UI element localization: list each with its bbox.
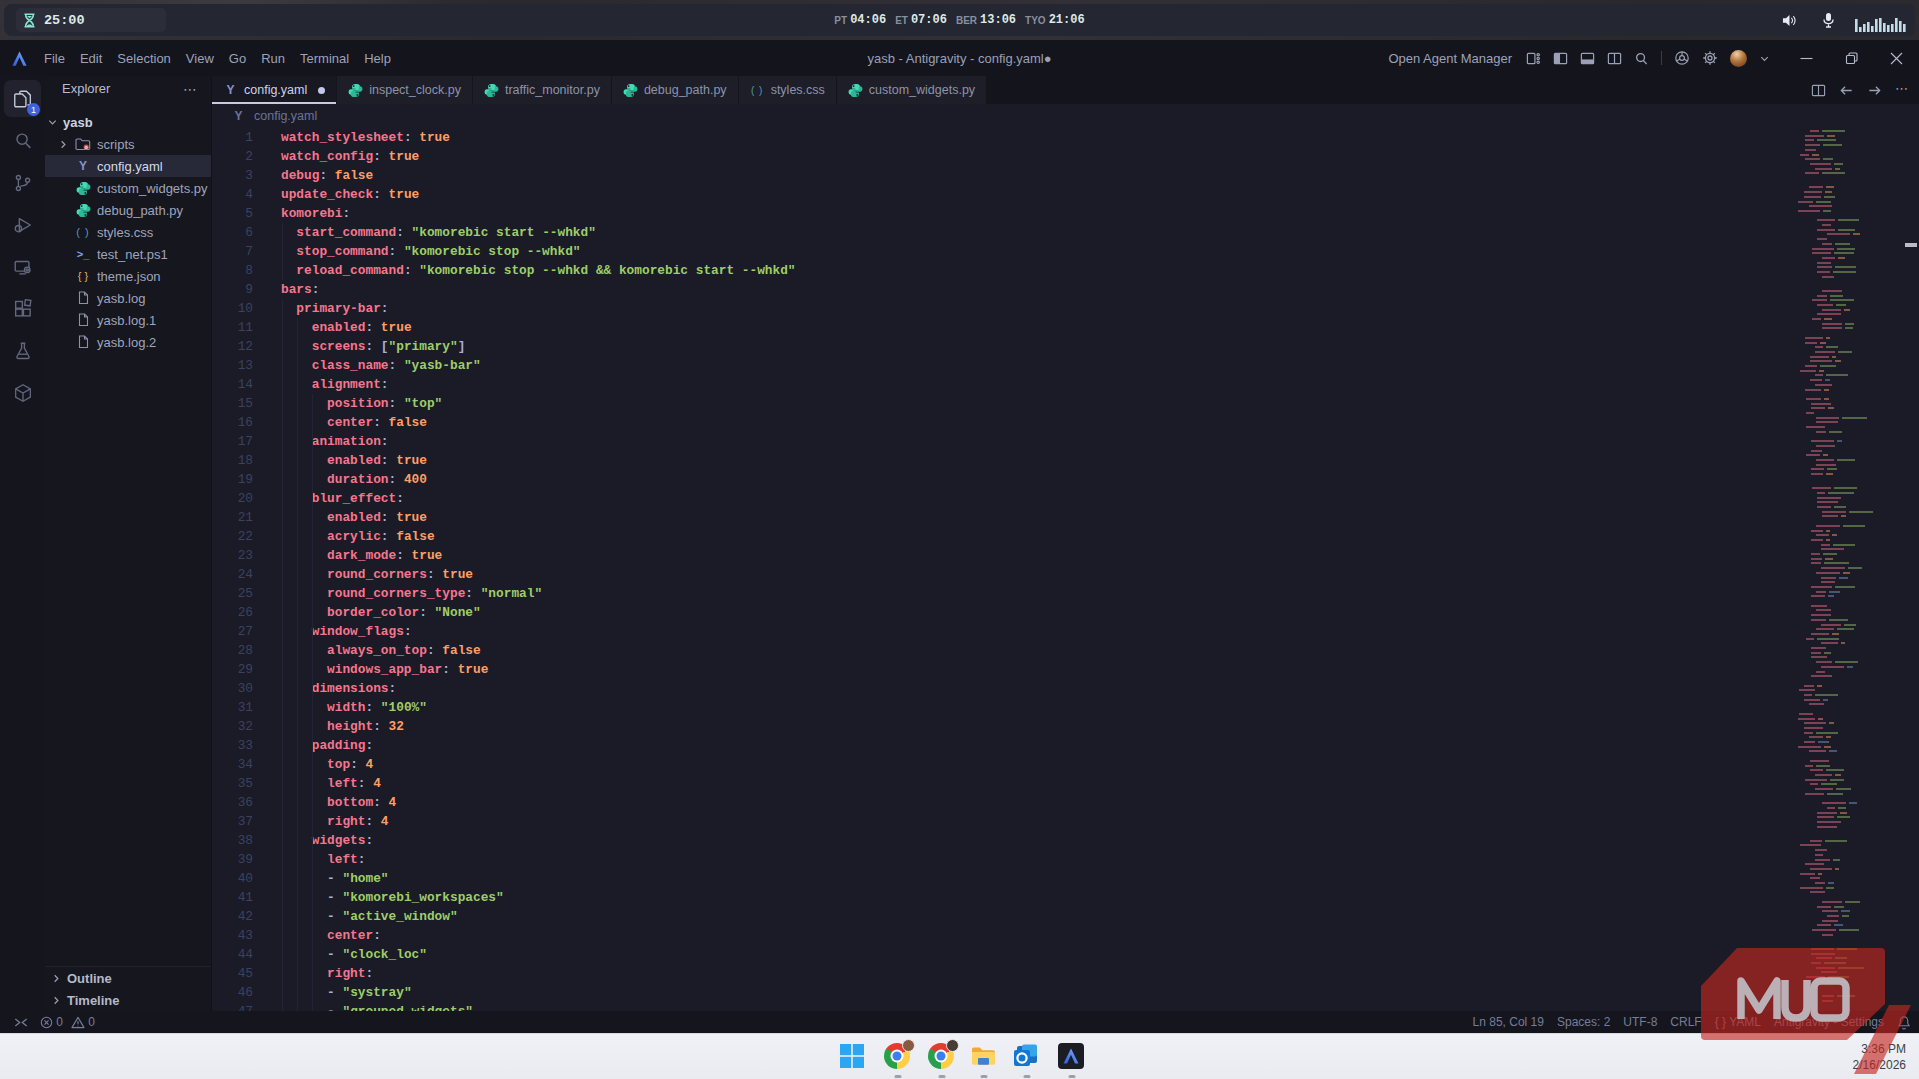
svg-text:⚙: ⚙	[84, 145, 88, 150]
